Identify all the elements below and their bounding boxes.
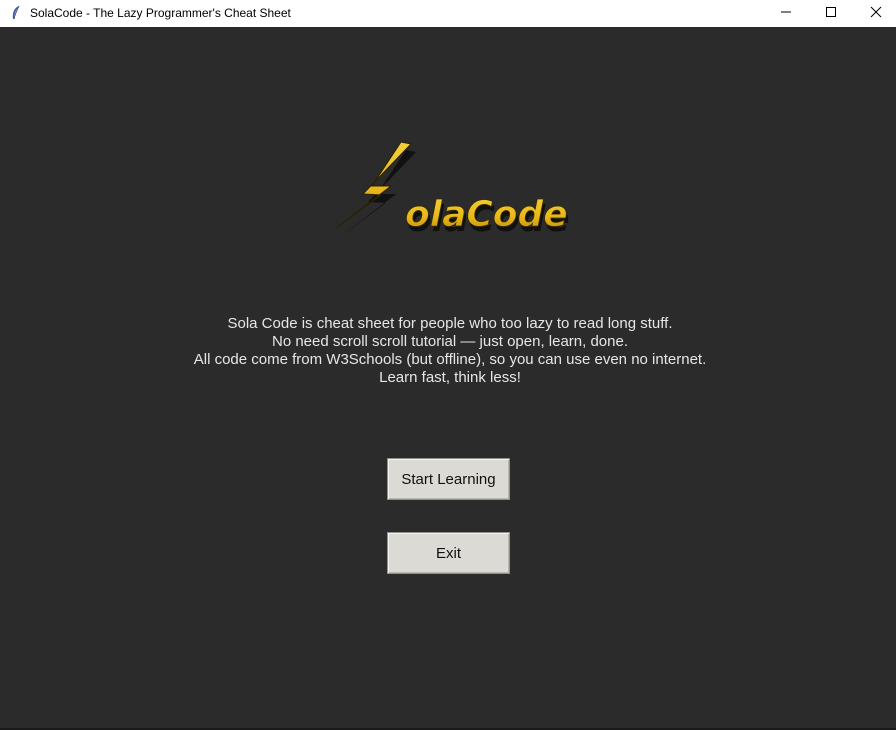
close-icon [870,5,882,23]
maximize-button[interactable] [808,0,854,27]
exit-button[interactable]: Exit [387,532,510,574]
feather-icon [8,5,24,21]
logo-text: olaCode [405,194,568,235]
minimize-button[interactable] [763,0,809,27]
description: Sola Code is cheat sheet for people who … [0,315,896,387]
description-line: No need scroll scroll tutorial — just op… [271,333,628,350]
solacode-logo: olaCode olaCode [333,140,595,240]
description-line: Sola Code is cheat sheet for people who … [227,315,673,332]
start-learning-button[interactable]: Start Learning [387,458,510,500]
app-window: SolaCode - The Lazy Programmer's Cheat S… [0,0,896,730]
description-line: Learn fast, think less! [379,369,521,386]
main-content: olaCode olaCode Sola Code is cheat sheet… [0,28,896,728]
window-title: SolaCode - The Lazy Programmer's Cheat S… [30,6,291,20]
close-button[interactable] [853,0,896,27]
maximize-icon [825,5,837,23]
minimize-icon [780,5,792,23]
title-bar[interactable]: SolaCode - The Lazy Programmer's Cheat S… [0,0,896,27]
description-line: All code come from W3Schools (but offlin… [193,351,707,368]
